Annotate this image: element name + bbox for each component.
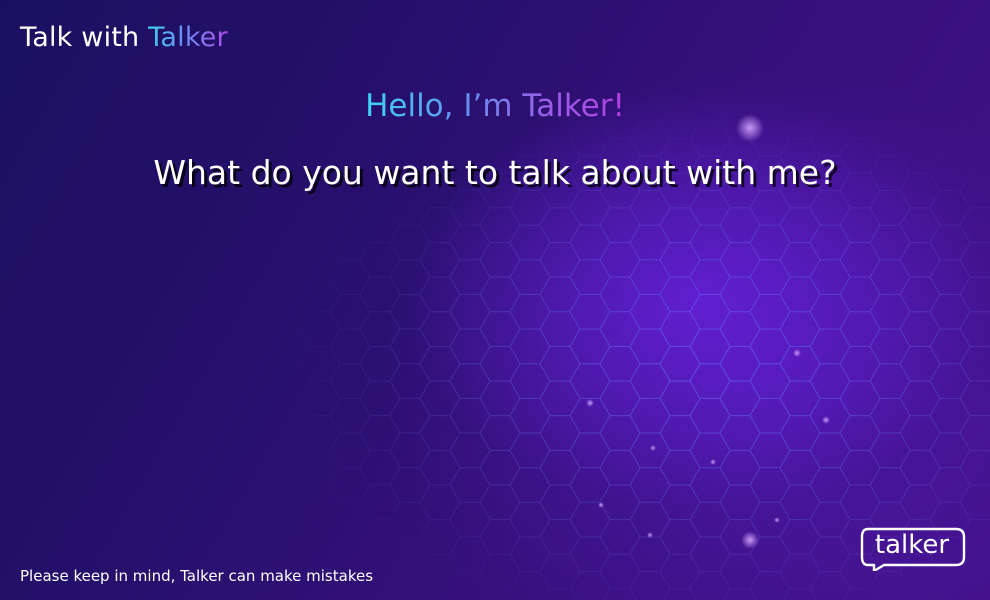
glow-dot [793, 349, 801, 357]
app-title-prefix: Talk with [20, 22, 149, 53]
glow-dot [598, 502, 604, 508]
app-title-accent: Talker [148, 22, 228, 53]
glow-dot [650, 445, 656, 451]
disclaimer-text: Please keep in mind, Talker can make mis… [20, 567, 374, 585]
glow-dot [774, 517, 780, 523]
talker-screen: Talk with Talker Hello, I’m Talker! What… [0, 0, 990, 600]
app-title: Talk with Talker [20, 22, 228, 53]
glow-dot [586, 399, 594, 407]
glow-dot [741, 531, 759, 549]
prompt-question: What do you want to talk about with me? [153, 153, 837, 192]
glow-dot [822, 416, 830, 424]
talker-logo: talker [860, 527, 968, 571]
greeting-text: Hello, I’m Talker! [365, 88, 625, 124]
logo-text: talker [874, 530, 950, 560]
glow-dot [647, 532, 653, 538]
glow-dot [710, 459, 716, 465]
greeting-heading: Hello, I’m Talker! [0, 88, 990, 124]
